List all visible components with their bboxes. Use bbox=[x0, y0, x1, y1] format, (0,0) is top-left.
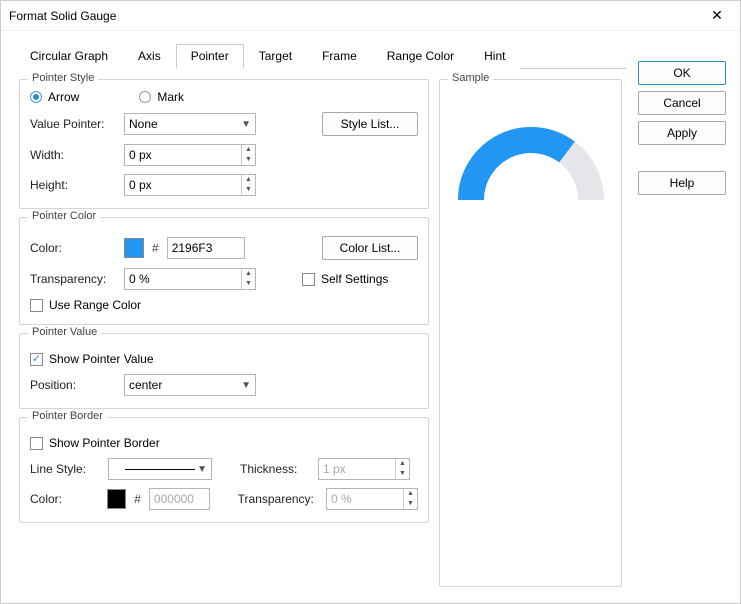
chevron-down-icon: ▼ bbox=[241, 119, 251, 130]
border-color-hex-value: 000000 bbox=[154, 492, 194, 506]
pointer-border-legend: Pointer Border bbox=[28, 410, 107, 422]
gauge-preview bbox=[451, 110, 611, 270]
spin-up-icon[interactable]: ▲ bbox=[242, 145, 255, 155]
thickness-spinner[interactable]: 1 px ▲▼ bbox=[318, 458, 410, 480]
window-title: Format Solid Gauge bbox=[9, 9, 702, 23]
radio-mark[interactable]: Mark bbox=[139, 90, 184, 104]
border-color-label: Color: bbox=[30, 492, 99, 506]
pointer-value-group: Pointer Value Show Pointer Value Positio… bbox=[19, 333, 429, 409]
radio-mark-label: Mark bbox=[157, 90, 184, 104]
spin-up-icon[interactable]: ▲ bbox=[242, 175, 255, 185]
width-spinner[interactable]: 0 px ▲▼ bbox=[124, 144, 256, 166]
position-select[interactable]: center ▼ bbox=[124, 374, 256, 396]
border-transparency-label: Transparency: bbox=[238, 492, 318, 506]
use-range-color-label: Use Range Color bbox=[49, 298, 141, 312]
tab-target[interactable]: Target bbox=[244, 44, 307, 69]
height-value: 0 px bbox=[129, 178, 152, 192]
show-pointer-value-label: Show Pointer Value bbox=[49, 352, 154, 366]
transparency-spinner[interactable]: 0 % ▲▼ bbox=[124, 268, 256, 290]
color-swatch[interactable] bbox=[124, 238, 144, 258]
height-spinner[interactable]: 0 px ▲▼ bbox=[124, 174, 256, 196]
use-range-color-checkbox[interactable]: Use Range Color bbox=[30, 298, 141, 312]
show-pointer-border-label: Show Pointer Border bbox=[49, 436, 160, 450]
line-style-label: Line Style: bbox=[30, 462, 100, 476]
sample-group: Sample bbox=[439, 79, 622, 587]
show-pointer-border-checkbox[interactable]: Show Pointer Border bbox=[30, 436, 160, 450]
hash-symbol: # bbox=[152, 241, 159, 255]
color-list-button[interactable]: Color List... bbox=[322, 236, 418, 260]
border-color-swatch[interactable] bbox=[107, 489, 127, 509]
hash-symbol: # bbox=[134, 492, 141, 506]
value-pointer-label: Value Pointer: bbox=[30, 117, 116, 131]
tab-frame[interactable]: Frame bbox=[307, 44, 372, 69]
sample-legend: Sample bbox=[448, 72, 493, 84]
style-list-button[interactable]: Style List... bbox=[322, 112, 418, 136]
color-hex-value: 2196F3 bbox=[172, 241, 213, 255]
close-button[interactable]: ✕ bbox=[702, 7, 732, 24]
self-settings-checkbox[interactable]: Self Settings bbox=[302, 272, 388, 286]
pointer-color-legend: Pointer Color bbox=[28, 210, 100, 222]
radio-arrow[interactable]: Arrow bbox=[30, 90, 79, 104]
color-label: Color: bbox=[30, 241, 116, 255]
position-value: center bbox=[129, 378, 162, 392]
value-pointer-value: None bbox=[129, 117, 158, 131]
apply-button[interactable]: Apply bbox=[638, 121, 726, 145]
ok-button[interactable]: OK bbox=[638, 61, 726, 85]
radio-arrow-label: Arrow bbox=[48, 90, 79, 104]
width-label: Width: bbox=[30, 148, 116, 162]
tab-hint[interactable]: Hint bbox=[469, 44, 520, 69]
border-transparency-value: 0 % bbox=[331, 492, 352, 506]
spin-down-icon[interactable]: ▼ bbox=[242, 155, 255, 165]
line-style-select[interactable]: ▼ bbox=[108, 458, 212, 480]
radio-dot-icon bbox=[30, 91, 42, 103]
chevron-down-icon: ▼ bbox=[241, 380, 251, 391]
pointer-value-legend: Pointer Value bbox=[28, 326, 101, 338]
thickness-value: 1 px bbox=[323, 462, 346, 476]
thickness-label: Thickness: bbox=[240, 462, 310, 476]
spin-up-icon[interactable]: ▲ bbox=[242, 269, 255, 279]
tab-axis[interactable]: Axis bbox=[123, 44, 176, 69]
spin-down-icon[interactable]: ▼ bbox=[396, 469, 409, 479]
show-pointer-value-checkbox[interactable]: Show Pointer Value bbox=[30, 352, 154, 366]
self-settings-label: Self Settings bbox=[321, 272, 388, 286]
border-transparency-spinner[interactable]: 0 % ▲▼ bbox=[326, 488, 418, 510]
tab-circular-graph[interactable]: Circular Graph bbox=[15, 44, 123, 69]
spin-up-icon[interactable]: ▲ bbox=[396, 459, 409, 469]
spin-down-icon[interactable]: ▼ bbox=[242, 185, 255, 195]
checkbox-icon bbox=[30, 437, 43, 450]
spin-down-icon[interactable]: ▼ bbox=[404, 499, 417, 509]
tab-range-color[interactable]: Range Color bbox=[372, 44, 469, 69]
radio-dot-icon bbox=[139, 91, 151, 103]
border-color-hex-input[interactable]: 000000 bbox=[149, 488, 210, 510]
checkbox-icon bbox=[30, 353, 43, 366]
pointer-style-group: Pointer Style Arrow Mark bbox=[19, 79, 429, 209]
tab-strip: Circular Graph Axis Pointer Target Frame… bbox=[15, 43, 626, 69]
titlebar: Format Solid Gauge ✕ bbox=[1, 1, 740, 31]
spin-down-icon[interactable]: ▼ bbox=[242, 279, 255, 289]
dialog-window: Format Solid Gauge ✕ Circular Graph Axis… bbox=[0, 0, 741, 604]
width-value: 0 px bbox=[129, 148, 152, 162]
checkbox-icon bbox=[30, 299, 43, 312]
help-button[interactable]: Help bbox=[638, 171, 726, 195]
transparency-label: Transparency: bbox=[30, 272, 116, 286]
position-label: Position: bbox=[30, 378, 116, 392]
checkbox-icon bbox=[302, 273, 315, 286]
color-hex-input[interactable]: 2196F3 bbox=[167, 237, 245, 259]
cancel-button[interactable]: Cancel bbox=[638, 91, 726, 115]
pointer-color-group: Pointer Color Color: # 2196F3 Color List… bbox=[19, 217, 429, 325]
spin-up-icon[interactable]: ▲ bbox=[404, 489, 417, 499]
value-pointer-select[interactable]: None ▼ bbox=[124, 113, 256, 135]
line-preview-icon bbox=[125, 469, 195, 470]
pointer-style-legend: Pointer Style bbox=[28, 72, 98, 84]
chevron-down-icon: ▼ bbox=[197, 464, 207, 475]
transparency-value: 0 % bbox=[129, 272, 150, 286]
tab-pointer[interactable]: Pointer bbox=[176, 44, 244, 69]
pointer-border-group: Pointer Border Show Pointer Border Line … bbox=[19, 417, 429, 523]
height-label: Height: bbox=[30, 178, 116, 192]
